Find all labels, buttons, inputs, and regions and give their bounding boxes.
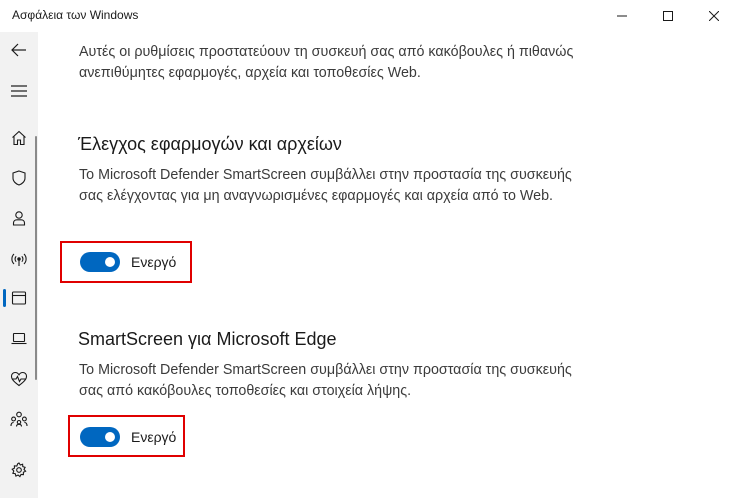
toggle-label-app-file-check: Ενεργό (131, 254, 177, 270)
window-title: Ασφάλεια των Windows (12, 8, 139, 22)
section-description-smartscreen-edge: Το Microsoft Defender SmartScreen συμβάλ… (79, 362, 572, 399)
laptop-icon (11, 332, 27, 345)
sidebar-item-family-options[interactable] (0, 401, 38, 437)
sidebar-item-device-security[interactable] (0, 320, 38, 356)
maximize-button[interactable] (645, 0, 691, 32)
sidebar-item-settings[interactable] (0, 452, 38, 488)
maximize-icon (663, 11, 673, 21)
home-icon (12, 130, 26, 146)
active-nav-indicator (3, 289, 6, 307)
sidebar-item-account-protection[interactable] (0, 200, 38, 236)
main-content: Αυτές οι ρυθμίσεις προστατεύουν τη συσκε… (38, 32, 737, 498)
scrollbar[interactable] (35, 136, 37, 380)
title-bar: Ασφάλεια των Windows (0, 0, 737, 32)
person-icon (12, 211, 26, 226)
sidebar-item-device-performance[interactable] (0, 361, 38, 397)
section-description-app-file-check: Το Microsoft Defender SmartScreen συμβάλ… (79, 167, 572, 204)
heart-pulse-icon (10, 371, 28, 387)
hamburger-menu-icon (11, 85, 27, 97)
menu-button[interactable] (0, 73, 38, 109)
back-button[interactable] (0, 32, 38, 68)
toggle-smartscreen-edge[interactable] (80, 427, 120, 447)
minimize-icon (617, 15, 627, 17)
sidebar-item-home[interactable] (0, 120, 38, 156)
highlight-box-smartscreen-edge: Ενεργό (68, 415, 185, 457)
sidebar-item-firewall-network[interactable] (0, 241, 38, 277)
close-icon (709, 11, 719, 21)
highlight-box-app-file-check: Ενεργό (60, 241, 192, 283)
intro-text: Αυτές οι ρυθμίσεις προστατεύουν τη συσκε… (79, 44, 574, 81)
shield-icon (12, 170, 26, 186)
family-icon (10, 411, 28, 427)
section-heading-app-file-check: Έλεγχος εφαρμογών και αρχείων (78, 134, 342, 154)
section-heading-smartscreen-edge: SmartScreen για Microsoft Edge (78, 329, 337, 349)
back-arrow-icon (11, 43, 26, 57)
toggle-label-smartscreen-edge: Ενεργό (131, 429, 177, 445)
gear-icon (11, 462, 27, 478)
sidebar-item-virus-protection[interactable] (0, 160, 38, 196)
close-button[interactable] (691, 0, 737, 32)
toggle-knob (105, 257, 115, 267)
minimize-button[interactable] (599, 0, 645, 32)
toggle-app-file-check[interactable] (80, 252, 120, 272)
wireless-signal-icon (11, 253, 27, 266)
toggle-knob (105, 432, 115, 442)
app-browser-window-icon (11, 291, 27, 305)
